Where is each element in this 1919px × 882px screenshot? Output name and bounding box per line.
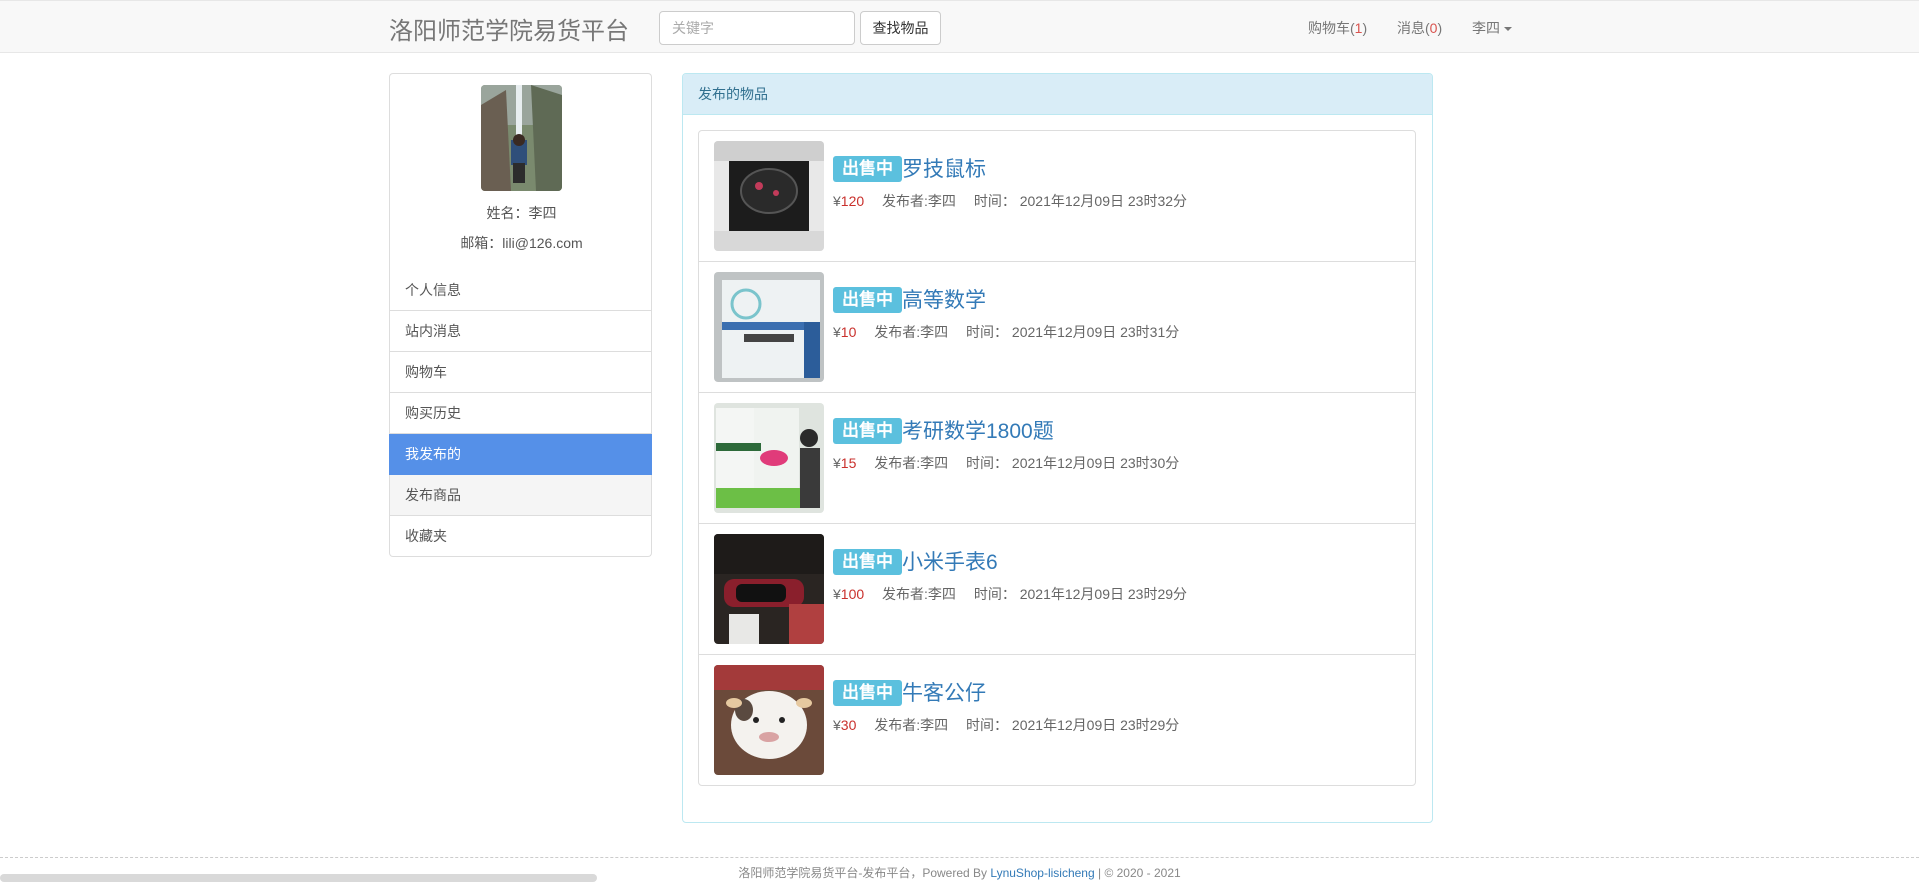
sidebar-item-publish-goods[interactable]: 发布商品 [389, 475, 652, 516]
top-navbar: 洛阳师范学院易货平台 查找物品 购物车(1) 消息(0) 李四 [0, 0, 1919, 53]
item-time: 时间： 2021年12月09日 23时29分 [966, 717, 1180, 733]
item-publisher: 发布者:李四 [874, 455, 949, 471]
item-time: 时间： 2021年12月09日 23时30分 [966, 455, 1180, 471]
site-brand[interactable]: 洛阳师范学院易货平台 [389, 11, 629, 46]
cart-link[interactable]: 购物车(1) [1308, 18, 1367, 38]
item-publisher: 发布者:李四 [882, 586, 956, 602]
item-price: 15 [840, 455, 857, 471]
avatar-photo-icon [481, 85, 562, 191]
sidebar-item-favorites[interactable]: 收藏夹 [389, 516, 652, 557]
plush-photo-icon [714, 665, 824, 775]
textbook-photo-icon [714, 272, 824, 382]
status-badge: 出售中 [833, 418, 902, 444]
item-title-link[interactable]: 考研数学1800题 [902, 415, 1054, 445]
cart-suffix: ) [1362, 20, 1368, 36]
avatar [481, 85, 562, 191]
item-publisher: 发布者:李四 [874, 324, 949, 340]
currency-symbol: ¥ [833, 193, 841, 209]
messages-label: 消息( [1397, 20, 1430, 36]
footer-suffix: | © 2020 - 2021 [1094, 866, 1181, 880]
caret-down-icon [1504, 27, 1512, 32]
profile-name: 姓名：李四 [486, 205, 557, 221]
messages-suffix: ) [1437, 20, 1443, 36]
item-price: 100 [840, 586, 865, 602]
item-price: 120 [840, 193, 865, 209]
item-price: 10 [840, 324, 857, 340]
user-dropdown[interactable]: 李四 [1472, 18, 1512, 38]
item-meta: ¥120 发布者:李四 时间： 2021年12月09日 23时32分 [833, 191, 1187, 211]
item-title-link[interactable]: 牛客公仔 [902, 677, 986, 707]
item-thumbnail[interactable] [714, 272, 824, 382]
item-title-link[interactable]: 罗技鼠标 [902, 153, 986, 183]
user-name: 李四 [1472, 20, 1500, 36]
horizontal-scrollbar[interactable] [0, 874, 597, 882]
item-meta: ¥100 发布者:李四 时间： 2021年12月09日 23时29分 [833, 584, 1187, 604]
item-publisher: 发布者:李四 [874, 717, 949, 733]
item-title-link[interactable]: 小米手表6 [902, 546, 998, 576]
panel-heading: 发布的物品 [683, 74, 1432, 115]
item-meta: ¥10 发布者:李四 时间： 2021年12月09日 23时31分 [833, 322, 1179, 342]
sidebar-item-messages[interactable]: 站内消息 [389, 311, 652, 352]
messages-link[interactable]: 消息(0) [1397, 18, 1442, 38]
item-meta: ¥15 发布者:李四 时间： 2021年12月09日 23时30分 [833, 453, 1179, 473]
item-thumbnail[interactable] [714, 665, 824, 775]
exam-book-photo-icon [714, 403, 824, 513]
status-badge: 出售中 [833, 156, 902, 182]
item-title-link[interactable]: 高等数学 [902, 284, 986, 314]
search-button[interactable]: 查找物品 [860, 11, 941, 45]
item-thumbnail[interactable] [714, 403, 824, 513]
mouse-photo-icon [714, 141, 824, 251]
item-time: 时间： 2021年12月09日 23时31分 [966, 324, 1180, 340]
footer-divider [0, 857, 1919, 858]
item-time: 时间： 2021年12月09日 23时32分 [973, 193, 1188, 209]
currency-symbol: ¥ [833, 455, 841, 471]
item-time: 时间： 2021年12月09日 23时29分 [973, 586, 1188, 602]
footer-text: 洛阳师范学院易货平台-发布平台，Powered By [738, 866, 991, 880]
status-badge: 出售中 [833, 287, 902, 313]
status-badge: 出售中 [833, 680, 902, 706]
item-thumbnail[interactable] [714, 141, 824, 251]
sidebar-item-my-published[interactable]: 我发布的 [389, 434, 652, 475]
sidebar-item-personal-info[interactable]: 个人信息 [389, 270, 652, 311]
status-badge: 出售中 [833, 549, 902, 575]
list-item: 出售中 小米手表6 ¥100 发布者:李四 时间： 2021年12月09日 23… [699, 524, 1415, 655]
list-item: 出售中 牛客公仔 ¥30 发布者:李四 时间： 2021年12月09日 23时2… [699, 655, 1415, 785]
item-meta: ¥30 发布者:李四 时间： 2021年12月09日 23时29分 [833, 715, 1179, 735]
item-thumbnail[interactable] [714, 534, 824, 644]
sidebar: 姓名：李四 邮箱：lili@126.com 个人信息 站内消息 购物车 购买历史… [389, 73, 652, 557]
currency-symbol: ¥ [833, 324, 841, 340]
list-item: 出售中 考研数学1800题 ¥15 发布者:李四 时间： 2021年12月09日… [699, 393, 1415, 524]
search-input[interactable] [659, 11, 855, 45]
item-price: 30 [840, 717, 857, 733]
profile-card: 姓名：李四 邮箱：lili@126.com [389, 73, 652, 270]
list-item: 出售中 罗技鼠标 ¥120 发布者:李四 时间： 2021年12月09日 23时… [699, 131, 1415, 262]
cart-label: 购物车( [1308, 20, 1355, 36]
currency-symbol: ¥ [833, 717, 841, 733]
footer-link[interactable]: LynuShop-lisicheng [990, 866, 1094, 880]
currency-symbol: ¥ [833, 586, 841, 602]
published-items-list: 出售中 罗技鼠标 ¥120 发布者:李四 时间： 2021年12月09日 23时… [698, 130, 1416, 786]
profile-email: 邮箱：lili@126.com [460, 235, 583, 251]
sidebar-item-cart[interactable]: 购物车 [389, 352, 652, 393]
item-publisher: 发布者:李四 [882, 193, 956, 209]
published-items-panel: 发布的物品 出售中 罗技鼠标 ¥120 发布者:李四 时间： 2021年12月0… [682, 73, 1433, 823]
watch-photo-icon [714, 534, 824, 644]
sidebar-item-purchase-history[interactable]: 购买历史 [389, 393, 652, 434]
list-item: 出售中 高等数学 ¥10 发布者:李四 时间： 2021年12月09日 23时3… [699, 262, 1415, 393]
